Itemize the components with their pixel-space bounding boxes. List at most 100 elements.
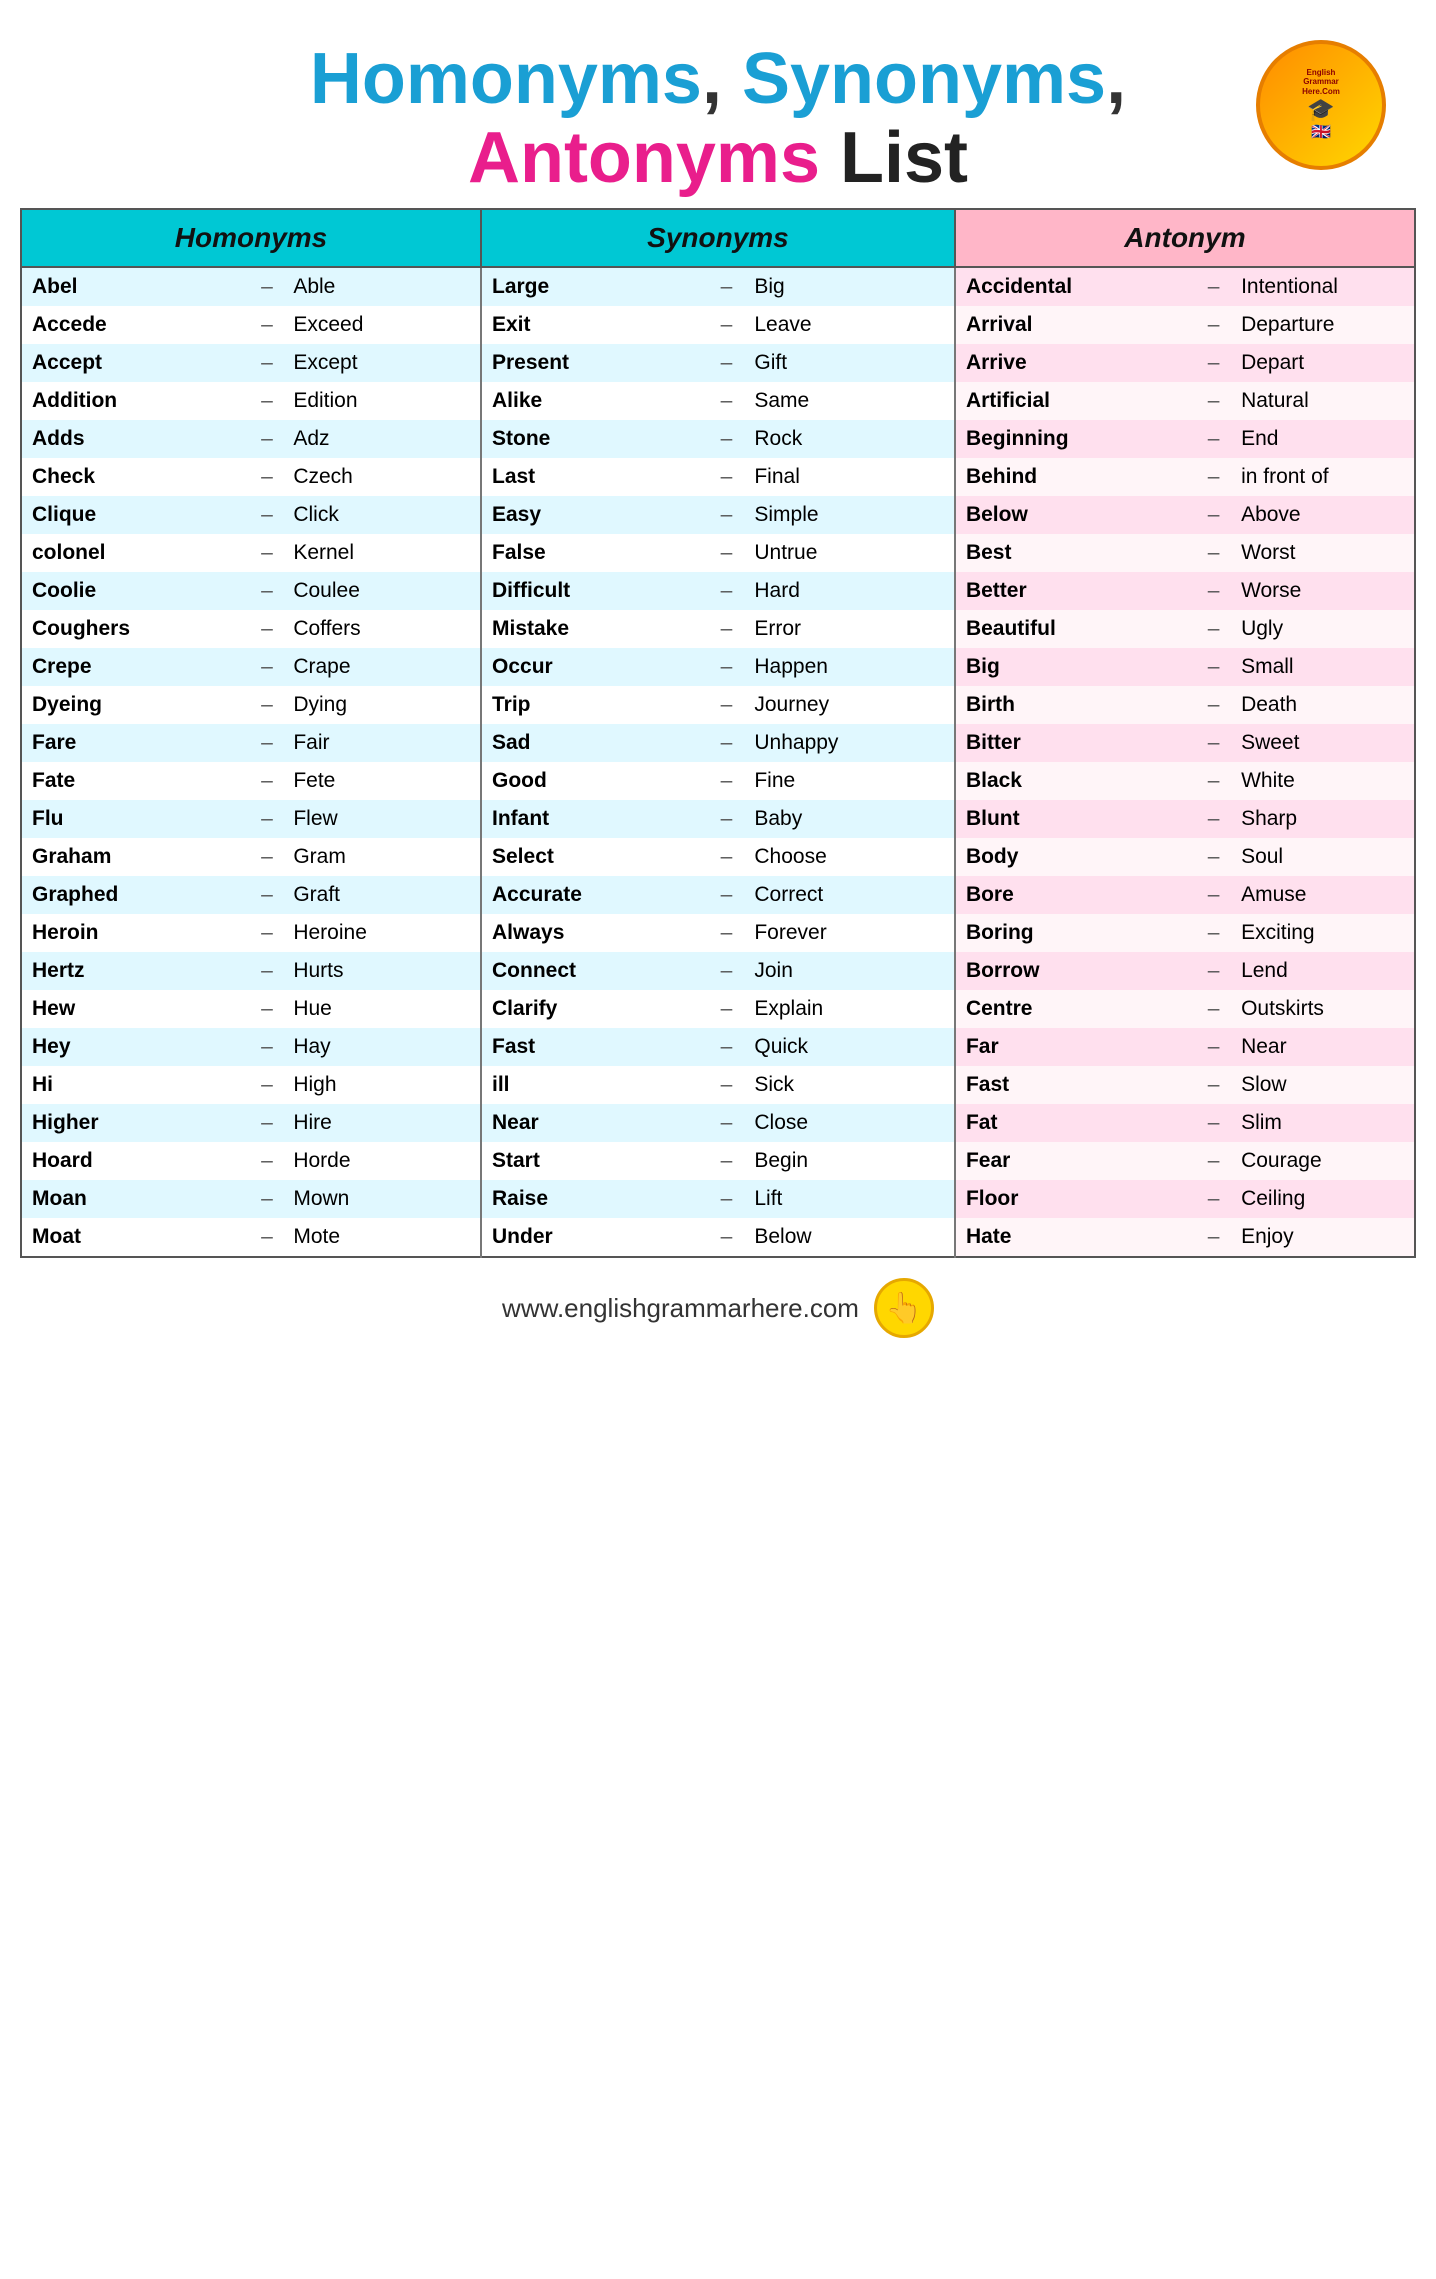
antonym-pair: White: [1237, 762, 1415, 800]
table-row: Addition – Edition Alike – Same Artifici…: [21, 382, 1415, 420]
antonym-dash: –: [1190, 382, 1237, 420]
synonym-word: False: [481, 534, 703, 572]
homonym-word: Moan: [21, 1180, 245, 1218]
synonym-word: Trip: [481, 686, 703, 724]
synonym-pair: Begin: [750, 1142, 955, 1180]
antonym-dash: –: [1190, 496, 1237, 534]
synonym-pair: Below: [750, 1218, 955, 1257]
synonym-dash: –: [703, 420, 751, 458]
antonym-word: Arrival: [955, 306, 1190, 344]
homonym-dash: –: [245, 1180, 290, 1218]
synonym-pair: Close: [750, 1104, 955, 1142]
antonym-pair: Slim: [1237, 1104, 1415, 1142]
table-row: Check – Czech Last – Final Behind – in f…: [21, 458, 1415, 496]
synonym-word: Always: [481, 914, 703, 952]
homonym-word: Adds: [21, 420, 245, 458]
antonym-word: Blunt: [955, 800, 1190, 838]
antonym-dash: –: [1190, 458, 1237, 496]
synonym-dash: –: [703, 1142, 751, 1180]
table-row: Clique – Click Easy – Simple Below – Abo…: [21, 496, 1415, 534]
synonym-dash: –: [703, 952, 751, 990]
table-row: Coolie – Coulee Difficult – Hard Better …: [21, 572, 1415, 610]
title-line2: Antonyms List: [20, 119, 1416, 198]
antonym-dash: –: [1190, 1028, 1237, 1066]
antonym-dash: –: [1190, 1142, 1237, 1180]
footer: www.englishgrammarhere.com 👆: [502, 1278, 934, 1338]
synonym-word: Stone: [481, 420, 703, 458]
table-row: Fare – Fair Sad – Unhappy Bitter – Sweet: [21, 724, 1415, 762]
homonym-dash: –: [245, 420, 290, 458]
title-list: List: [820, 118, 968, 198]
antonym-word: Floor: [955, 1180, 1190, 1218]
table-row: Fate – Fete Good – Fine Black – White: [21, 762, 1415, 800]
synonym-pair: Choose: [750, 838, 955, 876]
antonym-word: Birth: [955, 686, 1190, 724]
homonym-pair: Mown: [289, 1180, 481, 1218]
antonym-word: Boring: [955, 914, 1190, 952]
homonym-pair: Click: [289, 496, 481, 534]
table-row: colonel – Kernel False – Untrue Best – W…: [21, 534, 1415, 572]
logo: English Grammar Here.Com 🎓 🇬🇧: [1256, 40, 1386, 170]
homonym-pair: Czech: [289, 458, 481, 496]
antonym-word: Beautiful: [955, 610, 1190, 648]
antonym-pair: Above: [1237, 496, 1415, 534]
table-row: Hoard – Horde Start – Begin Fear – Coura…: [21, 1142, 1415, 1180]
homonym-dash: –: [245, 382, 290, 420]
homonym-word: Addition: [21, 382, 245, 420]
synonym-dash: –: [703, 762, 751, 800]
homonym-pair: Horde: [289, 1142, 481, 1180]
synonym-pair: Journey: [750, 686, 955, 724]
antonym-word: Fear: [955, 1142, 1190, 1180]
antonym-dash: –: [1190, 1218, 1237, 1257]
table-row: Flu – Flew Infant – Baby Blunt – Sharp: [21, 800, 1415, 838]
antonym-dash: –: [1190, 762, 1237, 800]
homonym-dash: –: [245, 306, 290, 344]
synonym-word: Connect: [481, 952, 703, 990]
homonym-word: Higher: [21, 1104, 245, 1142]
antonym-pair: Exciting: [1237, 914, 1415, 952]
synonym-dash: –: [703, 838, 751, 876]
homonym-pair: High: [289, 1066, 481, 1104]
table-row: Dyeing – Dying Trip – Journey Birth – De…: [21, 686, 1415, 724]
homonym-pair: Dying: [289, 686, 481, 724]
synonym-word: Good: [481, 762, 703, 800]
antonym-dash: –: [1190, 876, 1237, 914]
antonym-pair: Worst: [1237, 534, 1415, 572]
synonym-word: Last: [481, 458, 703, 496]
antonym-dash: –: [1190, 267, 1237, 306]
synonym-dash: –: [703, 724, 751, 762]
antonym-word: Black: [955, 762, 1190, 800]
synonym-word: Accurate: [481, 876, 703, 914]
antonym-pair: Lend: [1237, 952, 1415, 990]
antonym-dash: –: [1190, 990, 1237, 1028]
synonym-word: Present: [481, 344, 703, 382]
antonym-pair: End: [1237, 420, 1415, 458]
synonym-pair: Simple: [750, 496, 955, 534]
synonym-pair: Baby: [750, 800, 955, 838]
homonym-pair: Kernel: [289, 534, 481, 572]
homonym-word: Check: [21, 458, 245, 496]
homonym-word: Abel: [21, 267, 245, 306]
homonym-pair: Hurts: [289, 952, 481, 990]
synonym-pair: Join: [750, 952, 955, 990]
table-row: Accept – Except Present – Gift Arrive – …: [21, 344, 1415, 382]
homonym-word: Coolie: [21, 572, 245, 610]
antonym-pair: in front of: [1237, 458, 1415, 496]
synonym-dash: –: [703, 1104, 751, 1142]
homonym-word: Clique: [21, 496, 245, 534]
homonym-word: Coughers: [21, 610, 245, 648]
antonym-pair: Outskirts: [1237, 990, 1415, 1028]
table-row: Heroin – Heroine Always – Forever Boring…: [21, 914, 1415, 952]
homonym-word: Heroin: [21, 914, 245, 952]
homonym-dash: –: [245, 876, 290, 914]
antonym-dash: –: [1190, 800, 1237, 838]
table-row: Moat – Mote Under – Below Hate – Enjoy: [21, 1218, 1415, 1257]
antonym-dash: –: [1190, 534, 1237, 572]
homonym-dash: –: [245, 800, 290, 838]
homonym-pair: Mote: [289, 1218, 481, 1257]
synonym-word: Fast: [481, 1028, 703, 1066]
logo-text: English Grammar Here.Com 🎓 🇬🇧: [1302, 68, 1340, 142]
synonym-pair: Explain: [750, 990, 955, 1028]
homonym-dash: –: [245, 914, 290, 952]
homonym-dash: –: [245, 686, 290, 724]
